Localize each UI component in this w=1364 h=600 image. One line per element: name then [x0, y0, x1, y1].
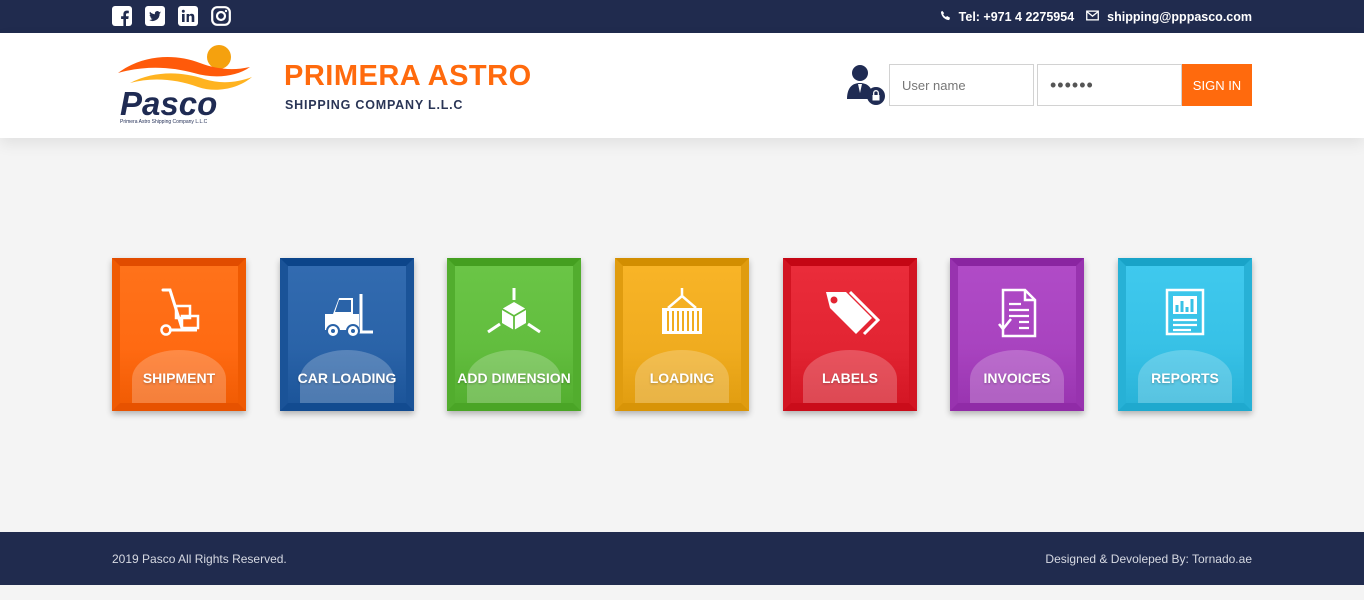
- forklift-icon: [288, 286, 406, 346]
- hand-truck-icon: [120, 286, 238, 346]
- car-loading-label: CAR LOADING: [297, 370, 397, 386]
- credits-link[interactable]: Designed & Devoleped By: Tornado.ae: [1045, 552, 1252, 566]
- phone-icon: [940, 10, 951, 24]
- report-icon: [1126, 286, 1244, 346]
- add-dimension-tile[interactable]: ADD DIMENSION: [447, 258, 581, 411]
- shipment-label: SHIPMENT: [142, 370, 216, 386]
- svg-text:Primera Astro Shipping Company: Primera Astro Shipping Company L.L.C: [120, 119, 208, 125]
- add-dimension-label: ADD DIMENSION: [457, 370, 571, 386]
- reports-tile[interactable]: REPORTS: [1118, 258, 1252, 411]
- invoices-label: INVOICES: [983, 370, 1051, 386]
- top-bar: Tel: +971 4 2275954 shipping@pppasco.com: [0, 0, 1364, 33]
- tag-icon: [791, 286, 909, 346]
- password-input[interactable]: [1037, 64, 1182, 106]
- cube-dimension-icon: [455, 286, 573, 346]
- invoice-icon: [958, 286, 1076, 346]
- site-footer: 2019 Pasco All Rights Reserved. Designed…: [0, 532, 1364, 585]
- shipment-tile[interactable]: SHIPMENT: [112, 258, 246, 411]
- car-loading-tile[interactable]: CAR LOADING: [280, 258, 414, 411]
- instagram-icon[interactable]: [211, 6, 231, 26]
- envelope-icon: [1086, 9, 1100, 24]
- username-input[interactable]: [889, 64, 1034, 106]
- contact-info: Tel: +971 4 2275954 shipping@pppasco.com: [940, 0, 1252, 33]
- company-subtitle: SHIPPING COMPANY L.L.C: [285, 98, 464, 112]
- site-header: Pasco Primera Astro Shipping Company L.L…: [0, 33, 1364, 138]
- sign-in-button[interactable]: SIGN IN: [1182, 64, 1252, 106]
- user-lock-icon: [845, 63, 887, 109]
- social-links: [112, 6, 231, 26]
- company-title: PRIMERA ASTRO: [284, 60, 532, 92]
- linkedin-icon[interactable]: [178, 6, 198, 26]
- loading-tile[interactable]: LOADING: [615, 258, 749, 411]
- svg-text:Pasco: Pasco: [120, 85, 217, 122]
- invoices-tile[interactable]: INVOICES: [950, 258, 1084, 411]
- phone-number[interactable]: Tel: +971 4 2275954: [959, 10, 1075, 24]
- twitter-icon[interactable]: [145, 6, 165, 26]
- pasco-logo[interactable]: Pasco Primera Astro Shipping Company L.L…: [112, 43, 257, 125]
- loading-label: LOADING: [649, 370, 715, 386]
- reports-label: REPORTS: [1151, 370, 1219, 386]
- email-link[interactable]: shipping@pppasco.com: [1107, 10, 1252, 24]
- labels-tile[interactable]: LABELS: [783, 258, 917, 411]
- copyright-text: 2019 Pasco All Rights Reserved.: [112, 552, 287, 566]
- container-crane-icon: [623, 286, 741, 346]
- labels-label: LABELS: [822, 370, 878, 386]
- facebook-icon[interactable]: [112, 6, 132, 26]
